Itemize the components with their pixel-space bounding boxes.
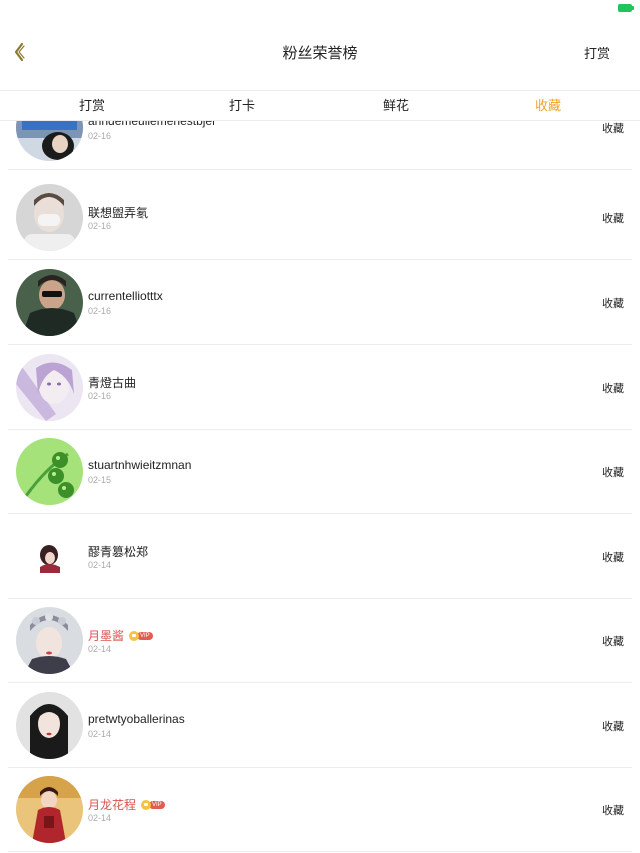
user-name: anndemeullemehestbjer [88,120,217,128]
vip-badge: VIP [129,630,153,641]
user-name: 青燈古曲 [88,376,137,390]
battery-icon [618,4,634,12]
user-name: currentelliotttx [88,289,163,303]
nav-bar: 粉丝荣誉榜 打赏 [0,20,640,86]
crown-icon [141,799,152,810]
vip-badge-label: VIP [137,631,153,640]
avatar [16,269,83,336]
date-label: 02-16 [88,391,112,401]
date-label: 02-15 [88,475,112,485]
list-item[interactable]: 月龙花程 VIP 02-14 收藏 [8,768,632,852]
list-item[interactable]: anndemeullemehestbjer 02-16 收藏 [8,120,632,170]
status-bar [0,0,640,20]
list-item[interactable]: 青燈古曲 02-16 收藏 [8,346,632,430]
avatar [16,120,83,161]
date-label: 02-14 [88,813,112,823]
favorite-action[interactable]: 收藏 [602,718,624,734]
vip-badge-label: VIP [149,800,165,809]
reward-button[interactable]: 打赏 [584,43,610,62]
favorite-action[interactable]: 收藏 [602,549,624,565]
list-item[interactable]: stuartnhwieitzmnan 02-15 收藏 [8,430,632,514]
date-label: 02-16 [88,131,112,141]
user-name: 醪青篡松郑 [88,545,149,559]
fan-list: anndemeullemehestbjer 02-16 收藏 联想盥弄氡 02-… [0,120,640,853]
user-name: 月龙花程 VIP [88,796,165,813]
date-label: 02-14 [88,729,112,739]
user-name: 月墨酱 VIP [88,627,153,644]
user-name: pretwtyoballerinas [88,712,185,726]
tab-favorites[interactable]: 收藏 [468,91,628,120]
tab-bar: 打赏 打卡 鲜花 收藏 [0,90,640,121]
user-name-text: 月墨酱 [88,629,125,643]
avatar [16,354,83,421]
date-label: 02-16 [88,306,112,316]
date-label: 02-16 [88,221,112,231]
user-name: stuartnhwieitzmnan [88,458,192,472]
list-item[interactable]: 醪青篡松郑 02-14 收藏 [8,515,632,599]
list-item[interactable]: 联想盥弄氡 02-16 收藏 [8,176,632,260]
crown-icon [129,630,140,641]
avatar [16,776,83,843]
list-item[interactable]: pretwtyoballerinas 02-14 收藏 [8,684,632,768]
list-item[interactable]: currentelliotttx 02-16 收藏 [8,261,632,345]
date-label: 02-14 [88,644,112,654]
favorite-action[interactable]: 收藏 [602,802,624,818]
tab-reward[interactable]: 打赏 [12,91,172,120]
avatar [16,523,83,590]
page-title: 粉丝荣誉榜 [282,45,358,62]
user-name-text: 月龙花程 [88,798,137,812]
date-label: 02-14 [88,560,112,570]
favorite-action[interactable]: 收藏 [602,210,624,226]
favorite-action[interactable]: 收藏 [602,380,624,396]
vip-badge: VIP [141,799,165,810]
tab-flowers[interactable]: 鲜花 [316,91,476,120]
avatar [16,184,83,251]
avatar [16,692,83,759]
tab-checkin[interactable]: 打卡 [162,91,322,120]
back-button[interactable] [4,34,34,70]
favorite-action[interactable]: 收藏 [602,295,624,311]
avatar [16,438,83,505]
avatar [16,607,83,674]
chevron-left-icon [14,42,25,62]
favorite-action[interactable]: 收藏 [602,120,624,136]
favorite-action[interactable]: 收藏 [602,633,624,649]
favorite-action[interactable]: 收藏 [602,464,624,480]
user-name: 联想盥弄氡 [88,206,149,220]
list-item[interactable]: 月墨酱 VIP 02-14 收藏 [8,599,632,683]
